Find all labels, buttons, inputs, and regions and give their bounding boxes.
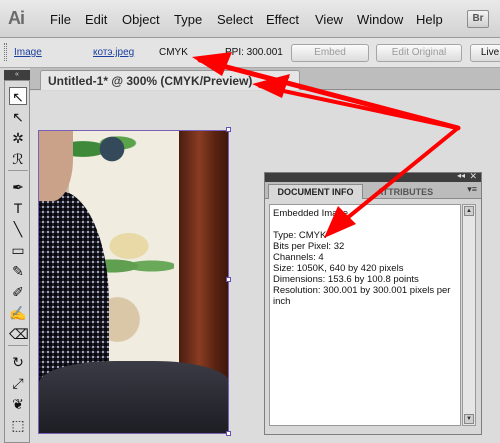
menu-effect[interactable]: Effect <box>266 12 299 27</box>
live-trace-button[interactable]: Live <box>470 44 500 62</box>
menu-edit[interactable]: Edit <box>85 12 107 27</box>
direct-selection-tool-icon[interactable]: ↖ <box>9 108 27 126</box>
tab-attributes[interactable]: ATTRIBUTES <box>365 185 445 199</box>
color-mode-label: CMYK <box>159 47 188 58</box>
document-tab-title: Untitled-1* @ 300% (CMYK/Preview) <box>48 74 253 88</box>
magic-wand-tool-icon[interactable]: ✲ <box>9 129 27 147</box>
toolbox-separator <box>8 170 28 171</box>
eraser-tool-icon[interactable]: ⌫ <box>9 325 29 343</box>
menu-object[interactable]: Object <box>122 12 160 27</box>
rotate-tool-icon[interactable]: ↻ <box>9 353 27 371</box>
panel-collapse-icon[interactable]: ◂◂ <box>457 171 465 180</box>
toolbox: ↖ ↖ ✲ ℛ ✒ T ╲ ▭ ✎ ✐ ✍ ⌫ ↻ ⤢ ❦ ⬚ <box>4 80 30 443</box>
menu-view[interactable]: View <box>315 12 343 27</box>
rectangle-tool-icon[interactable]: ▭ <box>9 241 27 259</box>
info-line-resolution-unit: inch <box>273 296 291 307</box>
panel-scrollbar[interactable]: ▲ ▼ <box>462 204 476 426</box>
warp-tool-icon[interactable]: ❦ <box>9 395 27 413</box>
document-tab-bar: Untitled-1* @ 300% (CMYK/Preview) ✕ <box>30 68 500 90</box>
line-tool-icon[interactable]: ╲ <box>9 220 27 238</box>
menu-type[interactable]: Type <box>174 12 202 27</box>
ppi-label: PPI: 300.001 <box>225 47 283 58</box>
scroll-up-icon[interactable]: ▲ <box>464 206 474 216</box>
pencil-tool-icon[interactable]: ✐ <box>9 283 27 301</box>
menu-bar: Ai File Edit Object Type Select Effect V… <box>0 0 500 38</box>
document-info-content: Embedded Image Type: CMYK Bits per Pixel… <box>269 204 461 426</box>
panel-tabs: DOCUMENT INFO ATTRIBUTES ▾≡ <box>265 182 481 199</box>
selection-handle[interactable] <box>226 431 231 436</box>
tab-document-info[interactable]: DOCUMENT INFO <box>268 184 363 199</box>
selection-handle[interactable] <box>226 277 231 282</box>
info-line-heading: Embedded Image <box>273 208 348 219</box>
menu-help[interactable]: Help <box>416 12 443 27</box>
photo-bird-dark <box>94 133 130 173</box>
control-bar-grip-icon[interactable] <box>4 43 7 61</box>
info-line-size: Size: 1050K, 640 by 420 pixels <box>273 263 404 274</box>
info-line-resolution: Resolution: 300.001 by 300.001 pixels pe… <box>273 285 451 296</box>
document-info-panel: ◂◂ ✕ DOCUMENT INFO ATTRIBUTES ▾≡ Embedde… <box>264 171 482 435</box>
illustrator-window: Ai File Edit Object Type Select Effect V… <box>0 0 500 443</box>
illustrator-logo: Ai <box>8 8 25 28</box>
paintbrush-tool-icon[interactable]: ✎ <box>9 262 27 280</box>
document-tab[interactable]: Untitled-1* @ 300% (CMYK/Preview) ✕ <box>40 70 300 90</box>
toolbox-separator <box>8 345 28 346</box>
embedded-photo[interactable] <box>38 130 229 434</box>
menu-file[interactable]: File <box>50 12 71 27</box>
panel-menu-icon[interactable]: ▾≡ <box>467 184 477 195</box>
info-line-dimensions: Dimensions: 153.6 by 100.8 points <box>273 274 419 285</box>
info-line-type: Type: CMYK <box>273 230 327 241</box>
pen-tool-icon[interactable]: ✒ <box>9 178 27 196</box>
embed-button[interactable]: Embed <box>291 44 369 62</box>
file-name-link[interactable]: котэ.jpeg <box>93 47 134 58</box>
panel-close-icon[interactable]: ✕ <box>469 171 477 182</box>
free-transform-tool-icon[interactable]: ⬚ <box>9 416 27 434</box>
bridge-button[interactable]: Br <box>467 10 489 28</box>
panel-title-bar[interactable]: ◂◂ ✕ <box>265 171 481 182</box>
lasso-tool-icon[interactable]: ℛ <box>9 150 27 168</box>
scale-tool-icon[interactable]: ⤢ <box>9 374 27 392</box>
menu-window[interactable]: Window <box>357 12 403 27</box>
blob-brush-tool-icon[interactable]: ✍ <box>9 304 27 322</box>
control-bar: Image котэ.jpeg CMYK PPI: 300.001 Embed … <box>0 38 500 68</box>
toolbox-collapse-icon[interactable]: « <box>4 70 30 80</box>
close-icon[interactable]: ✕ <box>282 74 291 87</box>
scroll-down-icon[interactable]: ▼ <box>464 414 474 424</box>
edit-original-button[interactable]: Edit Original <box>376 44 462 62</box>
type-tool-icon[interactable]: T <box>9 199 27 217</box>
photo-dark-fabric <box>39 361 228 433</box>
info-line-channels: Channels: 4 <box>273 252 324 263</box>
selection-tool-icon[interactable]: ↖ <box>9 87 27 105</box>
object-type-link[interactable]: Image <box>14 47 42 58</box>
menu-select[interactable]: Select <box>217 12 253 27</box>
info-line-bits: Bits per Pixel: 32 <box>273 241 345 252</box>
selection-handle[interactable] <box>226 127 231 132</box>
